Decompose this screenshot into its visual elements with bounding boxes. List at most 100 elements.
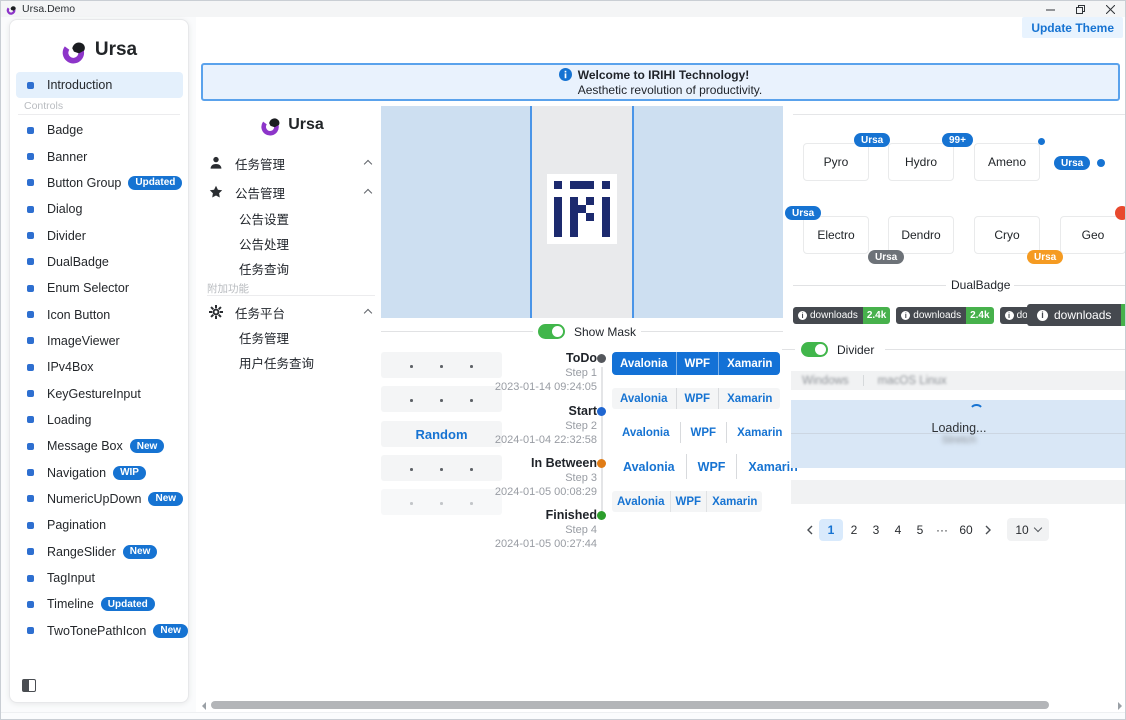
- pagination-page-1[interactable]: 1: [819, 519, 843, 541]
- menu-item-task-management[interactable]: 任务管理: [201, 153, 383, 173]
- dualbadge-key: downloads: [913, 310, 961, 321]
- ursa-badge-standalone: Ursa: [1054, 156, 1090, 170]
- info-icon: [559, 68, 572, 81]
- pagination-page-4[interactable]: 4: [887, 519, 909, 541]
- status-badge: Updated: [128, 176, 182, 190]
- avalonia-button[interactable]: Avalonia: [612, 352, 676, 375]
- sidebar-item-dialog[interactable]: Dialog: [16, 196, 183, 222]
- divider-line: [782, 349, 795, 350]
- pagination-page-2[interactable]: 2: [843, 519, 865, 541]
- status-badge: New: [153, 624, 188, 638]
- menu-logo: Ursa: [201, 114, 383, 136]
- wpf-button[interactable]: WPF: [676, 388, 719, 409]
- scroll-right-arrow[interactable]: [1118, 702, 1122, 710]
- xamarin-button[interactable]: Xamarin: [726, 422, 792, 443]
- menu-subitem-user-task-query[interactable]: 用户任务查询: [239, 353, 314, 371]
- update-theme-button[interactable]: Update Theme: [1022, 17, 1123, 38]
- scrollbar-thumb[interactable]: [211, 701, 1049, 709]
- wpf-button[interactable]: WPF: [676, 352, 719, 375]
- menu-subitem-task-management[interactable]: 任务管理: [239, 328, 289, 346]
- menu-subitem-label: 任务查询: [239, 259, 289, 278]
- sidebar-item-keygestureinput[interactable]: KeyGestureInput: [16, 380, 183, 406]
- menu-item-announcement-management[interactable]: 公告管理: [201, 182, 383, 202]
- sidebar-item-numericupdown[interactable]: NumericUpDownNew: [16, 486, 183, 512]
- sidebar-item-dualbadge[interactable]: DualBadge: [16, 249, 183, 275]
- scroll-left-arrow[interactable]: [202, 702, 206, 710]
- menu-subitem-announcement-processing[interactable]: 公告处理: [239, 234, 289, 252]
- sidebar-item-button-group[interactable]: Button GroupUpdated: [16, 170, 183, 196]
- sidebar-item-divider[interactable]: Divider: [16, 222, 183, 248]
- viewer-guide-line: [530, 106, 532, 318]
- timeline-entry-finished: Finished Step 4 2024-01-05 00:27:44: [481, 508, 597, 551]
- timeline-dot-in-between: [597, 459, 606, 468]
- sidebar-item-introduction[interactable]: Introduction: [16, 72, 183, 98]
- sidebar-item-badge[interactable]: Badge: [16, 117, 183, 143]
- timeline-step: Step 4: [481, 523, 597, 537]
- sidebar-item-imageviewer[interactable]: ImageViewer: [16, 328, 183, 354]
- xamarin-button[interactable]: Xamarin: [718, 352, 780, 375]
- person-icon: [209, 156, 223, 170]
- menu-subitem-task-query[interactable]: 任务查询: [239, 259, 289, 277]
- info-icon: i: [1037, 310, 1048, 321]
- divider-toggle[interactable]: [801, 342, 828, 357]
- menu-subitem-label: 用户任务查询: [239, 353, 314, 372]
- timeline-time: 2024-01-05 00:27:44: [481, 537, 597, 551]
- sidebar-item-loading[interactable]: Loading: [16, 407, 183, 433]
- wpf-button[interactable]: WPF: [686, 454, 737, 479]
- empty-bar: [791, 480, 1126, 504]
- menu-subitem-announcement-settings[interactable]: 公告设置: [239, 209, 289, 227]
- menu-item-task-platform[interactable]: 任务平台: [201, 302, 383, 322]
- pagination-ellipsis[interactable]: ···: [931, 519, 953, 541]
- minimize-button[interactable]: [1035, 1, 1065, 17]
- timeline-step: Step 2: [481, 419, 597, 433]
- loading-overlay: Loading... Stretch: [791, 400, 1126, 468]
- pagination-next-icon[interactable]: [979, 519, 997, 541]
- close-button[interactable]: [1095, 1, 1125, 17]
- sidebar-item-navigation[interactable]: NavigationWIP: [16, 459, 183, 485]
- viewer-mask-left: [381, 106, 531, 318]
- title-bar: Ursa.Demo: [1, 1, 1125, 17]
- sidebar-item-rangeslider[interactable]: RangeSliderNew: [16, 539, 183, 565]
- sidebar-item-banner[interactable]: Banner: [16, 143, 183, 169]
- avalonia-button[interactable]: Avalonia: [612, 388, 676, 409]
- avalonia-button[interactable]: Avalonia: [612, 491, 670, 512]
- sidebar-item-timeline[interactable]: TimelineUpdated: [16, 591, 183, 617]
- timeline-step: Step 3: [481, 471, 597, 485]
- sidebar-item-message-box[interactable]: Message BoxNew: [16, 433, 183, 459]
- page-size-dropdown[interactable]: 10: [1007, 518, 1049, 541]
- wpf-button[interactable]: WPF: [670, 491, 707, 512]
- xamarin-button[interactable]: Xamarin: [718, 388, 780, 409]
- sidebar-item-label: Badge: [47, 123, 83, 137]
- pagination-page-5[interactable]: 5: [909, 519, 931, 541]
- ursa-badge-gray: Ursa: [868, 250, 904, 264]
- sidebar-item-label: Banner: [47, 150, 87, 164]
- sidebar-item-icon-button[interactable]: Icon Button: [16, 301, 183, 327]
- sidebar-item-label: DualBadge: [47, 255, 109, 269]
- sidebar-item-twotonepathicon[interactable]: TwoTonePathIconNew: [16, 618, 183, 644]
- timeline-dot-todo: [597, 354, 606, 363]
- restore-button[interactable]: [1065, 1, 1095, 17]
- show-mask-toggle[interactable]: [538, 324, 565, 339]
- xamarin-button[interactable]: Xamarin: [706, 491, 762, 512]
- downloads-dualbadge: idownloads 2.4k: [793, 307, 890, 324]
- wpf-button[interactable]: WPF: [680, 422, 727, 443]
- pagination-page-60[interactable]: 60: [953, 519, 979, 541]
- bullet-icon: [27, 153, 34, 160]
- card-label: Electro: [817, 228, 854, 242]
- sidebar-item-taginput[interactable]: TagInput: [16, 565, 183, 591]
- card-label: Hydro: [905, 155, 937, 169]
- avalonia-button[interactable]: Avalonia: [612, 454, 686, 479]
- pagination-prev-icon[interactable]: [801, 519, 819, 541]
- sidebar-item-label: Navigation: [47, 466, 106, 480]
- bullet-icon: [27, 258, 34, 265]
- loading-spinner-icon: [969, 404, 984, 419]
- avalonia-button[interactable]: Avalonia: [612, 422, 680, 443]
- sidebar-item-label: NumericUpDown: [47, 492, 141, 506]
- tab-windows: Windows: [802, 375, 849, 387]
- sidebar-item-enum-selector[interactable]: Enum Selector: [16, 275, 183, 301]
- image-viewer[interactable]: [381, 106, 783, 318]
- sidebar-collapse-icon[interactable]: [22, 679, 36, 692]
- sidebar-item-pagination[interactable]: Pagination: [16, 512, 183, 538]
- pagination-page-3[interactable]: 3: [865, 519, 887, 541]
- sidebar-item-ipv4box[interactable]: IPv4Box: [16, 354, 183, 380]
